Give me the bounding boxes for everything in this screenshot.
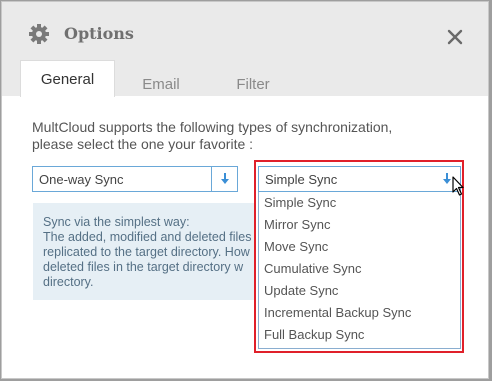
dialog-header: Options General Email Filter bbox=[2, 2, 488, 97]
info-line-3: replicated to the target directory. How bbox=[43, 245, 250, 259]
description-line-1: MultCloud supports the following types o… bbox=[32, 119, 393, 135]
close-icon[interactable] bbox=[447, 29, 463, 45]
info-line-2: The added, modified and deleted files bbox=[43, 230, 252, 244]
dialog-title: Options bbox=[64, 24, 134, 43]
gear-icon bbox=[28, 23, 50, 45]
sync-description: MultCloud supports the following types o… bbox=[32, 119, 472, 153]
tab-filter[interactable]: Filter bbox=[212, 66, 294, 102]
highlight-box bbox=[254, 160, 464, 353]
info-line-4: deleted files in the target directory w bbox=[43, 260, 244, 274]
tab-general-label: General bbox=[40, 70, 95, 88]
info-line-5: directory. bbox=[43, 275, 94, 289]
description-line-2: please select the one your favorite : bbox=[32, 136, 254, 152]
options-dialog: Options General Email Filter MultCloud s… bbox=[1, 1, 489, 379]
tab-general[interactable]: General bbox=[20, 60, 115, 97]
sync-direction-value: One-way Sync bbox=[39, 172, 124, 187]
tab-email[interactable]: Email bbox=[122, 66, 200, 102]
chevron-down-icon[interactable] bbox=[211, 167, 237, 191]
tab-filter-label: Filter bbox=[236, 75, 270, 93]
sync-info-box: Sync via the simplest way: The added, mo… bbox=[33, 203, 255, 300]
sync-direction-select[interactable]: One-way Sync bbox=[32, 166, 238, 192]
tab-email-label: Email bbox=[142, 75, 180, 93]
sync-info-text: Sync via the simplest way: The added, mo… bbox=[43, 215, 255, 290]
info-line-1: Sync via the simplest way: bbox=[43, 215, 190, 229]
mouse-cursor-icon bbox=[452, 176, 466, 198]
